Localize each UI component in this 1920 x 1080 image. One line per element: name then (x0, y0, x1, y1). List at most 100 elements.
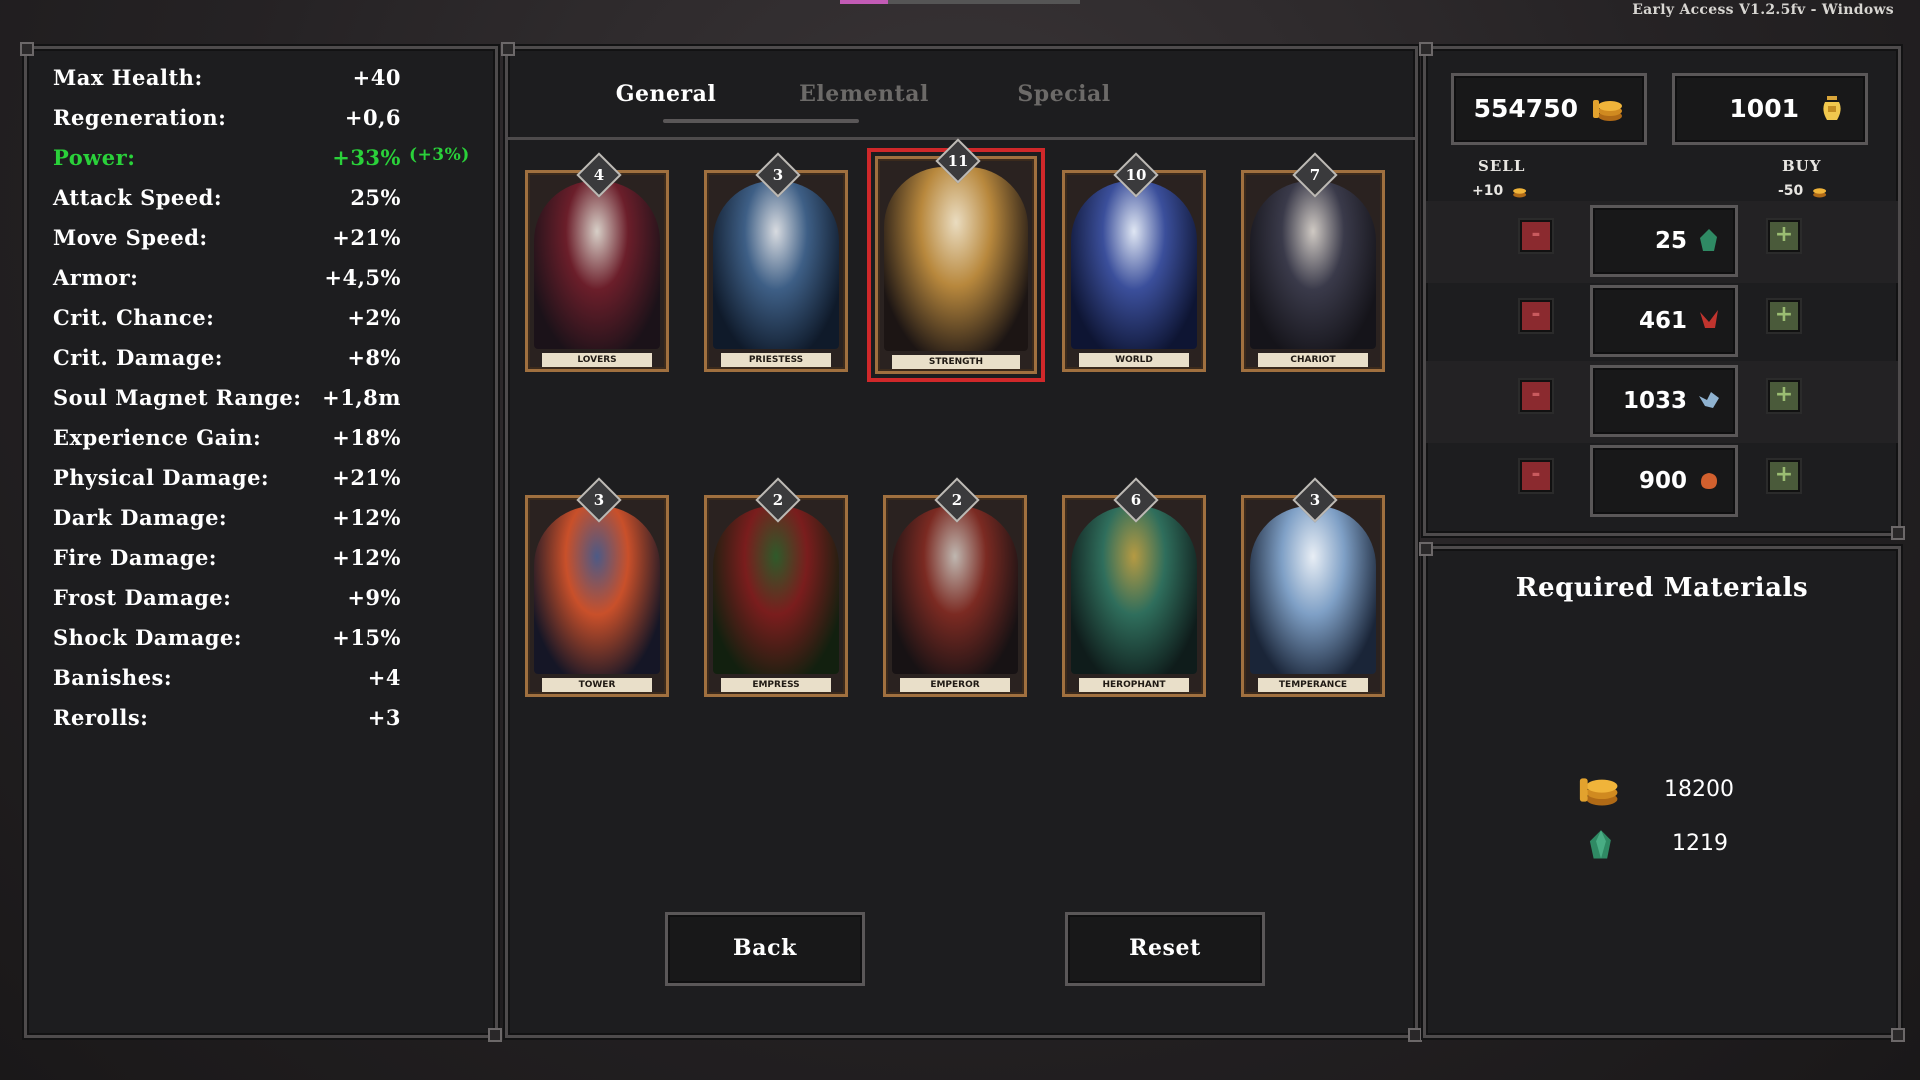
tarot-card-empress[interactable]: EMPRESS 2 (704, 477, 848, 697)
resource-amount: 1033 (1622, 388, 1687, 414)
sell-resource-button[interactable]: - (1518, 298, 1554, 334)
souls-display: 1001 (1672, 73, 1868, 145)
stat-label: Banishes: (53, 665, 173, 690)
tarot-card-chariot[interactable]: CHARIOT 7 (1241, 152, 1385, 372)
resource-amount-box: 461 (1590, 285, 1738, 357)
tab-bar: General Elemental Special (508, 49, 1415, 140)
stats-panel: Max Health: +40 Regeneration: +0,6 Power: +33… (20, 42, 502, 1042)
resource-amount: 25 (1654, 228, 1687, 254)
minus-icon: - (1531, 222, 1541, 247)
card-name: TEMPERANCE (1258, 678, 1368, 692)
sell-resource-button[interactable]: - (1518, 458, 1554, 494)
card-artwork (1071, 181, 1197, 349)
stat-label: Crit. Damage: (53, 345, 224, 370)
top-progress-strip (840, 0, 1080, 4)
orange-ore-icon (1701, 473, 1717, 489)
stat-value: +3 (367, 705, 401, 730)
version-label: Early Access V1.2.5fv - Windows (1632, 2, 1894, 18)
tarot-card-herophant[interactable]: HEROPHANT 6 (1062, 477, 1206, 697)
reset-button[interactable]: Reset (1065, 912, 1265, 986)
stat-label: Rerolls: (53, 705, 149, 730)
back-button[interactable]: Back (665, 912, 865, 986)
card-artwork (1250, 506, 1376, 674)
card-level: 3 (772, 166, 784, 184)
sell-resource-button[interactable]: - (1518, 378, 1554, 414)
card-artwork (884, 167, 1028, 351)
required-materials-panel: Required Materials 18200 1219 (1419, 542, 1905, 1042)
stat-value: +12% (332, 545, 401, 570)
buy-resource-button[interactable]: + (1766, 378, 1802, 414)
required-materials-title: Required Materials (1515, 573, 1809, 603)
stat-value: +40 (352, 65, 401, 90)
stat-value: +18% (332, 425, 401, 450)
active-tab-underline (663, 119, 859, 123)
shop-panel: 554750 1001 SELL +10 BUY -50 - 25 + - 461 + - 1… (1419, 42, 1905, 540)
card-level: 6 (1130, 491, 1142, 509)
plus-icon: + (1774, 382, 1794, 407)
card-name: TOWER (542, 678, 652, 692)
material-amount: 18200 (1664, 777, 1734, 802)
buy-resource-button[interactable]: + (1766, 218, 1802, 254)
sell-price: +10 (1472, 183, 1528, 199)
gold-coins-icon (1593, 100, 1622, 121)
card-artwork (534, 506, 660, 674)
minus-icon: - (1531, 382, 1541, 407)
stat-value: +12% (332, 505, 401, 530)
stat-bonus: (+3%) (409, 145, 470, 165)
tarot-card-lovers[interactable]: LOVERS 4 (525, 152, 669, 372)
buy-resource-button[interactable]: + (1766, 298, 1802, 334)
green-crystal-icon (1589, 830, 1611, 859)
stat-value: 25% (350, 185, 401, 210)
card-name: CHARIOT (1258, 353, 1368, 367)
stat-label: Fire Damage: (53, 545, 218, 570)
red-crystal-icon (1700, 310, 1718, 328)
card-name: PRIESTESS (721, 353, 831, 367)
stat-value: +4,5% (324, 265, 401, 290)
tarot-card-temperance[interactable]: TEMPERANCE 3 (1241, 477, 1385, 697)
resource-amount-box: 1033 (1590, 365, 1738, 437)
card-artwork (713, 506, 839, 674)
plus-icon: + (1774, 302, 1794, 327)
tab-general[interactable]: General (566, 81, 766, 107)
tarot-card-emperor[interactable]: EMPEROR 2 (883, 477, 1027, 697)
tarot-card-tower[interactable]: TOWER 3 (525, 477, 669, 697)
sell-price-value: +10 (1472, 183, 1504, 199)
stat-label: Attack Speed: (53, 185, 223, 210)
stat-value: +0,6 (344, 105, 401, 130)
tarot-panel: General Elemental Special Back Reset LOV… (501, 42, 1422, 1042)
sell-resource-button[interactable]: - (1518, 218, 1554, 254)
minus-icon: - (1531, 462, 1541, 487)
soul-urn-icon (1823, 96, 1841, 120)
tarot-card-strength[interactable]: STRENGTH 11 (867, 138, 1045, 382)
tarot-card-priestess[interactable]: PRIESTESS 3 (704, 152, 848, 372)
card-level: 2 (772, 491, 784, 509)
blue-crystal-icon (1699, 392, 1719, 408)
gold-amount: 554750 (1473, 94, 1578, 123)
gold-coins-icon (1813, 188, 1827, 198)
gold-coins-icon (1513, 188, 1527, 198)
tab-elemental[interactable]: Elemental (764, 81, 964, 107)
buy-label: BUY (1782, 157, 1822, 175)
stat-value: +33% (332, 145, 401, 170)
stat-value: +2% (347, 305, 401, 330)
buy-resource-button[interactable]: + (1766, 458, 1802, 494)
card-artwork (534, 181, 660, 349)
minus-icon: - (1531, 302, 1541, 327)
card-name: EMPEROR (900, 678, 1010, 692)
card-level: 3 (593, 491, 605, 509)
stat-value: +15% (332, 625, 401, 650)
souls-amount: 1001 (1729, 94, 1799, 123)
stat-label: Crit. Chance: (53, 305, 215, 330)
stat-value: +9% (347, 585, 401, 610)
tab-special[interactable]: Special (964, 81, 1164, 107)
stat-label: Armor: (53, 265, 139, 290)
card-name: EMPRESS (721, 678, 831, 692)
resource-amount: 461 (1638, 308, 1687, 334)
plus-icon: + (1774, 462, 1794, 487)
resource-amount: 900 (1638, 468, 1687, 494)
tarot-card-world[interactable]: WORLD 10 (1062, 152, 1206, 372)
stat-label: Power: (53, 145, 136, 170)
stat-label: Move Speed: (53, 225, 208, 250)
card-name: WORLD (1079, 353, 1189, 367)
buy-price: -50 (1778, 183, 1828, 199)
